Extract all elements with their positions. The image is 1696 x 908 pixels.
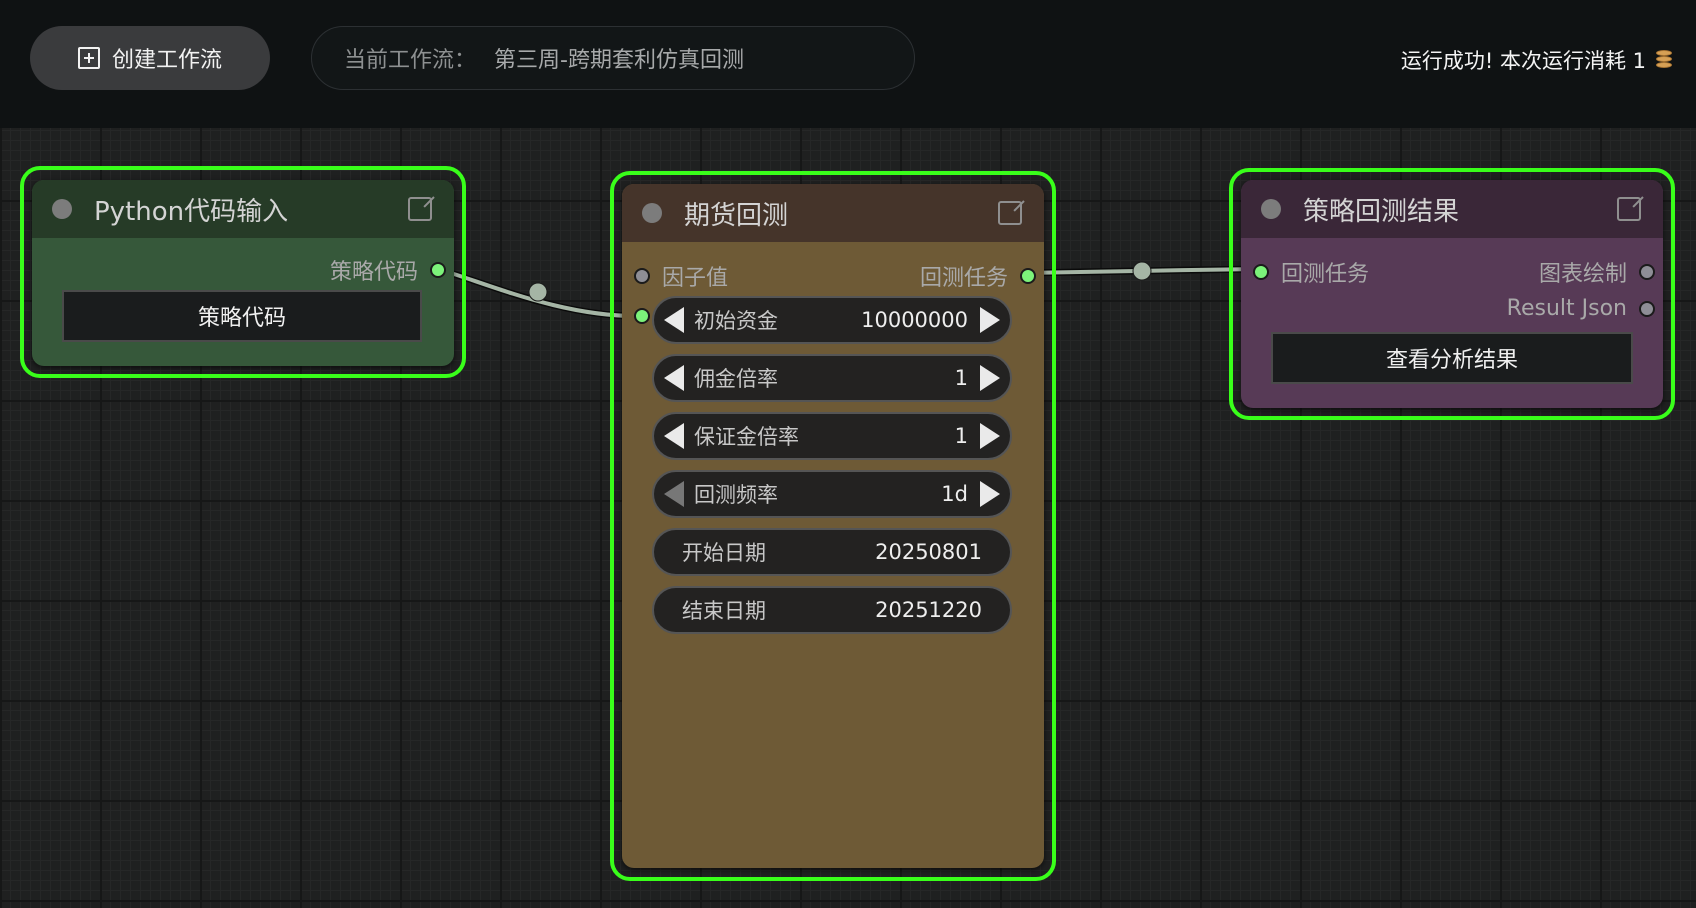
increment-arrow-icon[interactable] <box>980 481 1000 507</box>
widget-label: 结束日期 <box>682 599 766 623</box>
factor-input-label: 因子值 <box>662 266 729 291</box>
backtest-frequency-widget[interactable]: 回测频率 1d <box>652 470 1012 518</box>
chart-output-slot[interactable]: 图表绘制 <box>1539 256 1655 288</box>
strategy-result-node[interactable]: 策略回测结果 回测任务 图表绘制 Result Json 查看分析结果 <box>1241 180 1663 408</box>
result-input-label: 回测任务 <box>1281 262 1370 287</box>
current-workflow-name: 第三周-跨期套利仿真回测 <box>494 48 744 73</box>
python-code-node[interactable]: Python代码输入 策略代码 策略代码 <box>32 180 454 366</box>
edit-icon[interactable] <box>408 197 432 221</box>
result-node-header[interactable]: 策略回测结果 <box>1241 180 1663 238</box>
current-workflow-label: 当前工作流： <box>344 48 477 73</box>
python-node-title: Python代码输入 <box>94 196 289 227</box>
widget-label: 回测频率 <box>694 483 778 507</box>
create-workflow-button[interactable]: 创建工作流 <box>30 26 270 90</box>
result-input-slot[interactable]: 回测任务 <box>1253 256 1369 288</box>
plus-square-icon <box>77 47 100 69</box>
code-input-connector-dot[interactable] <box>634 308 650 324</box>
widget-label: 佣金倍率 <box>694 367 778 391</box>
json-output-label: Result Json <box>1506 296 1627 321</box>
decrement-arrow-icon[interactable] <box>664 365 684 391</box>
output-connector-dot[interactable] <box>1639 300 1655 317</box>
python-node-header[interactable]: Python代码输入 <box>32 180 454 238</box>
increment-arrow-icon[interactable] <box>980 423 1000 449</box>
view-analysis-button[interactable]: 查看分析结果 <box>1271 332 1633 384</box>
run-status: 运行成功! 本次运行消耗 1 <box>1401 42 1672 78</box>
commission-rate-widget[interactable]: 佣金倍率 1 <box>652 354 1012 402</box>
widget-value: 20250801 <box>875 540 982 564</box>
start-date-widget[interactable]: 开始日期 20250801 <box>652 528 1012 576</box>
input-connector-dot[interactable] <box>1253 264 1269 280</box>
node-status-dot <box>642 203 662 223</box>
python-output-slot[interactable]: 策略代码 <box>330 254 446 286</box>
coin-icon <box>1656 50 1672 70</box>
create-workflow-label: 创建工作流 <box>111 48 222 73</box>
strategy-code-button[interactable]: 策略代码 <box>62 290 422 342</box>
chart-output-label: 图表绘制 <box>1538 262 1627 287</box>
run-status-text: 运行成功! 本次运行消耗 1 <box>1400 49 1646 73</box>
json-output-slot[interactable]: Result Json <box>1507 296 1655 321</box>
input-connector-dot[interactable] <box>634 268 650 284</box>
decrement-arrow-icon[interactable] <box>664 423 684 449</box>
widget-value: 10000000 <box>861 308 968 332</box>
widget-label: 开始日期 <box>682 541 766 565</box>
current-workflow-field[interactable]: 当前工作流： 第三周-跨期套利仿真回测 <box>311 26 915 90</box>
backtest-output-label: 回测任务 <box>919 266 1008 291</box>
widget-value: 1 <box>954 424 968 448</box>
increment-arrow-icon[interactable] <box>980 365 1000 391</box>
widget-label: 保证金倍率 <box>694 425 799 449</box>
widget-value: 1 <box>954 366 968 390</box>
result-node-title: 策略回测结果 <box>1303 196 1460 227</box>
initial-capital-widget[interactable]: 初始资金 10000000 <box>652 296 1012 344</box>
output-connector-dot[interactable] <box>430 262 446 278</box>
output-connector-dot[interactable] <box>1020 268 1036 284</box>
edit-icon[interactable] <box>1617 197 1641 221</box>
futures-backtest-node[interactable]: 期货回测 因子值 回测任务 初始资金 10000000 佣金倍率 1 保证金倍率… <box>622 184 1044 868</box>
python-output-label: 策略代码 <box>329 260 418 285</box>
end-date-widget[interactable]: 结束日期 20251220 <box>652 586 1012 634</box>
backtest-output-slot[interactable]: 回测任务 <box>920 260 1036 292</box>
increment-arrow-icon[interactable] <box>980 307 1000 333</box>
backtest-node-header[interactable]: 期货回测 <box>622 184 1044 242</box>
widget-label: 初始资金 <box>694 309 778 333</box>
node-status-dot <box>1261 199 1281 219</box>
decrement-arrow-icon[interactable] <box>664 307 684 333</box>
widget-value: 20251220 <box>875 598 982 622</box>
factor-input-slot[interactable]: 因子值 <box>634 260 728 292</box>
widget-value: 1d <box>941 482 968 506</box>
decrement-arrow-icon[interactable] <box>664 481 684 507</box>
backtest-node-title: 期货回测 <box>684 200 789 231</box>
output-connector-dot[interactable] <box>1639 264 1655 280</box>
top-bar: 创建工作流 当前工作流： 第三周-跨期套利仿真回测 运行成功! 本次运行消耗 1 <box>0 0 1696 128</box>
margin-rate-widget[interactable]: 保证金倍率 1 <box>652 412 1012 460</box>
node-status-dot <box>52 199 72 219</box>
edit-icon[interactable] <box>998 201 1022 225</box>
